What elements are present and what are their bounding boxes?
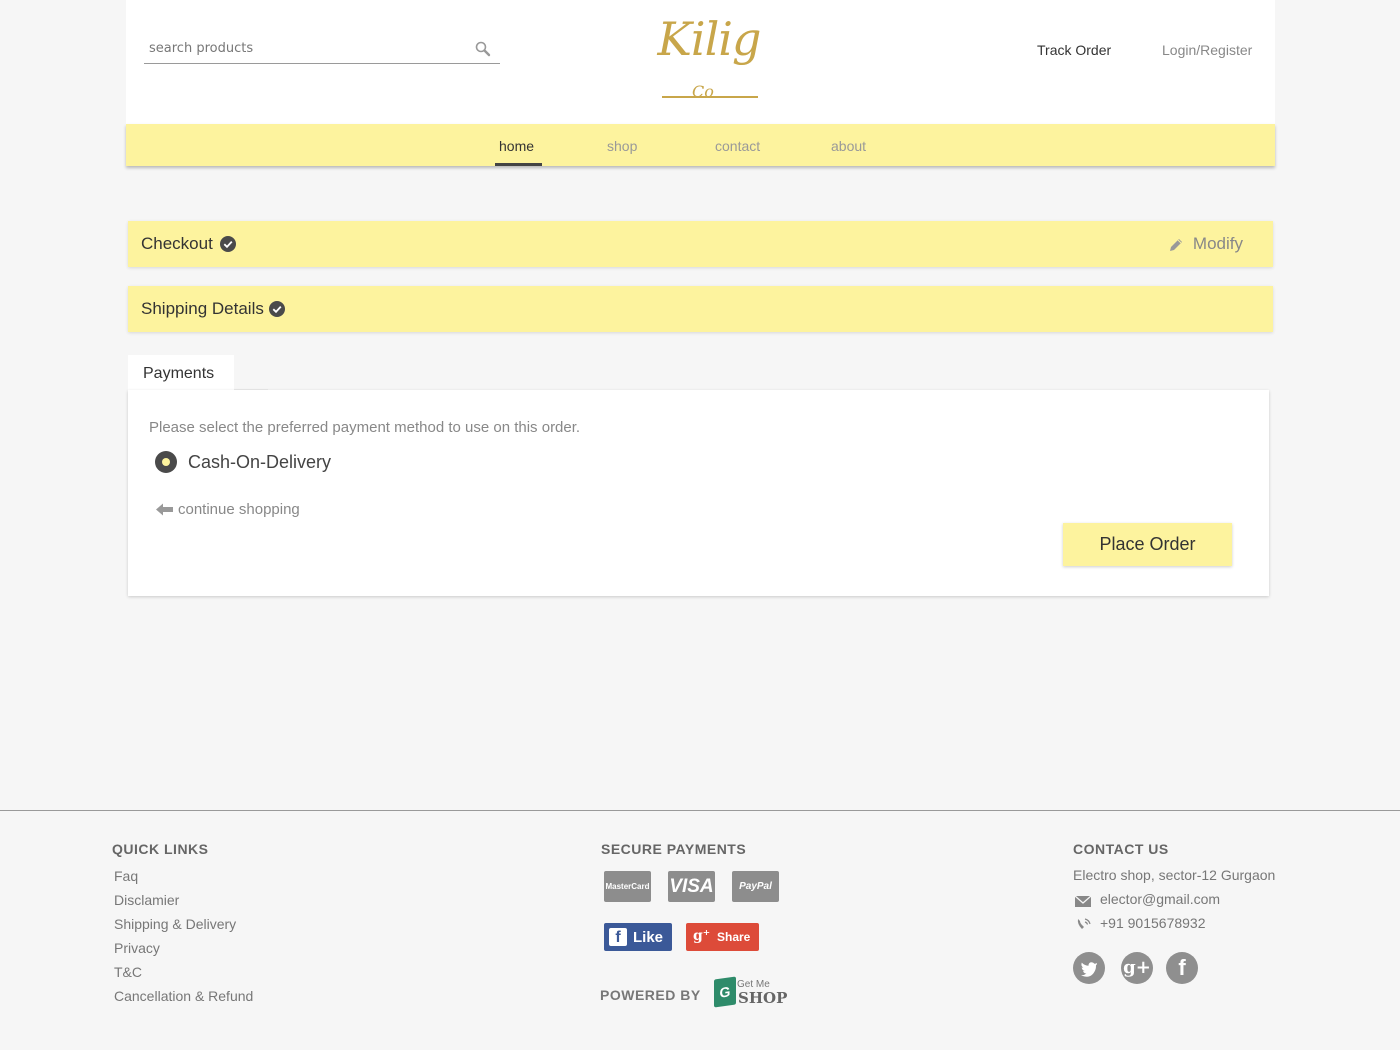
google-plus-social-icon[interactable]: g+ <box>1121 952 1153 984</box>
search-input[interactable] <box>149 38 459 58</box>
tab-payments[interactable]: Payments <box>128 355 234 391</box>
getmeshop-logo-bottom: SHOP <box>738 989 788 1007</box>
secure-payments-title: SECURE PAYMENTS <box>601 841 747 857</box>
tab-payments-label: Payments <box>143 365 215 382</box>
facebook-like-label: Like <box>633 929 664 946</box>
check-circle-icon <box>220 236 236 252</box>
phone-icon <box>1077 918 1091 929</box>
facebook-icon: f <box>609 928 627 946</box>
visa-icon: VISA <box>668 871 715 902</box>
footer-link-disclaimer[interactable]: Disclamier <box>114 892 253 916</box>
contact-us-title: CONTACT US <box>1073 841 1169 857</box>
footer-link-tnc[interactable]: T&C <box>114 964 253 988</box>
twitter-bird-glyph <box>1081 962 1097 977</box>
continue-shopping-label: continue shopping <box>178 501 300 518</box>
mail-icon <box>1074 895 1092 907</box>
quick-links-title: QUICK LINKS <box>112 841 209 857</box>
contact-address: Electro shop, sector-12 Gurgaon <box>1073 867 1276 883</box>
check-circle-icon <box>269 301 285 317</box>
facebook-social-icon[interactable]: f <box>1166 952 1198 984</box>
payment-description: Please select the preferred payment meth… <box>149 419 581 436</box>
footer-link-cancellation[interactable]: Cancellation & Refund <box>114 988 253 1012</box>
logo-wordmark: Kilig <box>657 12 762 66</box>
powered-by-label: POWERED BY <box>600 987 701 1003</box>
footer-link-faq[interactable]: Faq <box>114 868 253 892</box>
quick-links-list: Faq Disclamier Shipping & Delivery Priva… <box>114 868 253 1012</box>
nav-about[interactable]: about <box>831 138 866 154</box>
cod-label[interactable]: Cash-On-Delivery <box>188 452 331 473</box>
search-box <box>144 34 500 64</box>
payments-panel: Please select the preferred payment meth… <box>128 390 1269 596</box>
facebook-like-button[interactable]: f Like <box>604 923 672 951</box>
search-icon[interactable] <box>474 40 492 58</box>
logo-underline <box>662 96 758 98</box>
footer-link-shipping[interactable]: Shipping & Delivery <box>114 916 253 940</box>
nav-home[interactable]: home <box>499 138 534 154</box>
getmeshop-badge-icon: G <box>714 976 736 1008</box>
login-register-link[interactable]: Login/Register <box>1162 42 1252 58</box>
cod-radio[interactable] <box>155 451 177 473</box>
getmeshop-logo[interactable]: G Get Me SHOP <box>714 976 788 1009</box>
nav-shop[interactable]: shop <box>607 138 637 154</box>
nav-active-indicator <box>495 163 542 166</box>
modify-button[interactable]: Modify <box>1193 234 1243 254</box>
paypal-icon: PayPal <box>732 871 779 902</box>
checkout-panel[interactable]: Checkout Modify <box>128 221 1273 267</box>
shipping-title: Shipping Details <box>141 299 264 318</box>
pencil-icon[interactable] <box>1168 237 1184 253</box>
footer-link-privacy[interactable]: Privacy <box>114 940 253 964</box>
main-nav: home shop contact about <box>126 124 1275 166</box>
contact-email[interactable]: elector@gmail.com <box>1100 891 1220 907</box>
shipping-panel[interactable]: Shipping Details <box>128 286 1273 332</box>
checkout-title: Checkout <box>141 234 213 253</box>
mastercard-icon: MasterCard <box>604 871 651 902</box>
google-plus-share-label: Share <box>717 930 751 944</box>
track-order-link[interactable]: Track Order <box>1037 42 1111 58</box>
logo-sub: Co <box>692 82 714 101</box>
nav-contact[interactable]: contact <box>715 138 760 154</box>
site-header: Kilig Co Track Order Login/Register <box>126 0 1275 124</box>
google-plus-share-button[interactable]: g⁺ Share <box>686 923 759 951</box>
google-plus-icon: g⁺ <box>693 928 711 944</box>
brand-logo[interactable]: Kilig Co <box>654 6 764 110</box>
site-footer: QUICK LINKS Faq Disclamier Shipping & De… <box>0 810 1400 1050</box>
place-order-button[interactable]: Place Order <box>1063 523 1232 566</box>
twitter-icon[interactable] <box>1073 952 1105 984</box>
arrow-left-icon <box>156 503 173 516</box>
contact-phone[interactable]: +91 9015678932 <box>1100 915 1206 931</box>
